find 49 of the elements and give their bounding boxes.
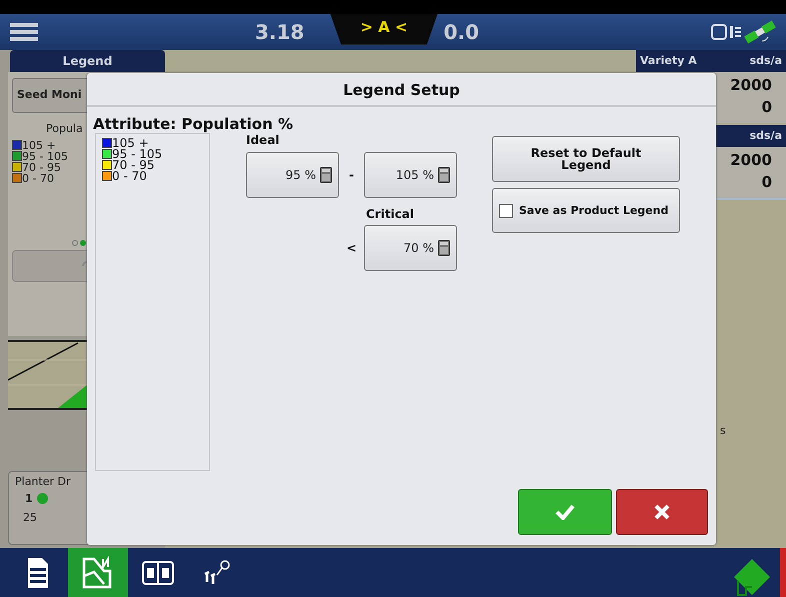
- cancel-button[interactable]: [616, 489, 708, 535]
- unit-label: sds/a: [750, 128, 782, 144]
- range-separator: -: [348, 167, 355, 184]
- row-number: 1: [25, 493, 33, 504]
- legend-label: 95 - 105: [112, 147, 162, 161]
- page-dot[interactable]: [72, 240, 78, 246]
- calculator-icon: [438, 240, 450, 256]
- rate-value: 2000: [729, 150, 772, 171]
- dialog-title: Legend Setup: [87, 73, 716, 107]
- guidance-indicator: > A <: [330, 14, 438, 44]
- card-title: Planter Dr: [15, 476, 72, 487]
- label-fragment: s: [720, 425, 726, 436]
- save-legend-checkbox[interactable]: Save as Product Legend: [492, 188, 680, 233]
- calculator-icon: [438, 167, 450, 183]
- document-icon: [28, 558, 48, 588]
- number-field[interactable]: 95 %: [246, 152, 339, 198]
- reset-button[interactable]: Reset to Default Legend: [492, 136, 680, 182]
- device-icon[interactable]: [710, 21, 742, 43]
- rate-value: 0: [760, 172, 772, 193]
- seed-count: 25: [23, 512, 38, 523]
- legend-label: 0 - 70: [22, 172, 54, 184]
- legend-label: 105 +: [112, 136, 149, 150]
- ideal-label: Ideal: [246, 132, 280, 149]
- offset-value: 0.0: [444, 19, 479, 46]
- satellite-icon[interactable]: [742, 19, 778, 45]
- calculator-icon: [320, 167, 332, 183]
- page-dot[interactable]: [80, 240, 86, 246]
- number-field[interactable]: 70 %: [364, 225, 457, 271]
- legend-label: 70 - 95: [22, 160, 61, 174]
- legend-label: 70 - 95: [112, 158, 154, 172]
- unit-label: sds/a: [750, 52, 782, 69]
- close-icon: [654, 504, 670, 520]
- check-icon: [555, 504, 575, 520]
- variety-name: Variety A: [640, 52, 697, 69]
- legend-label: 0 - 70: [112, 169, 147, 183]
- legend-tab[interactable]: Legend: [10, 50, 165, 72]
- checkbox[interactable]: [499, 204, 513, 218]
- attribute-label: Attribute: Population %: [92, 114, 294, 133]
- rate-value: 0: [760, 97, 772, 118]
- rate-value: 2000: [729, 75, 772, 96]
- confirm-button[interactable]: [518, 489, 612, 535]
- critical-label: Critical: [366, 206, 416, 223]
- legend-label: 105 +: [22, 138, 56, 152]
- legend-label: 95 - 105: [22, 150, 68, 162]
- comparison-sign: <: [345, 240, 358, 257]
- speed-value: 3.18: [255, 19, 304, 46]
- status-dot: [36, 493, 48, 504]
- number-field[interactable]: 105 %: [364, 152, 457, 198]
- menu-icon[interactable]: [8, 21, 40, 43]
